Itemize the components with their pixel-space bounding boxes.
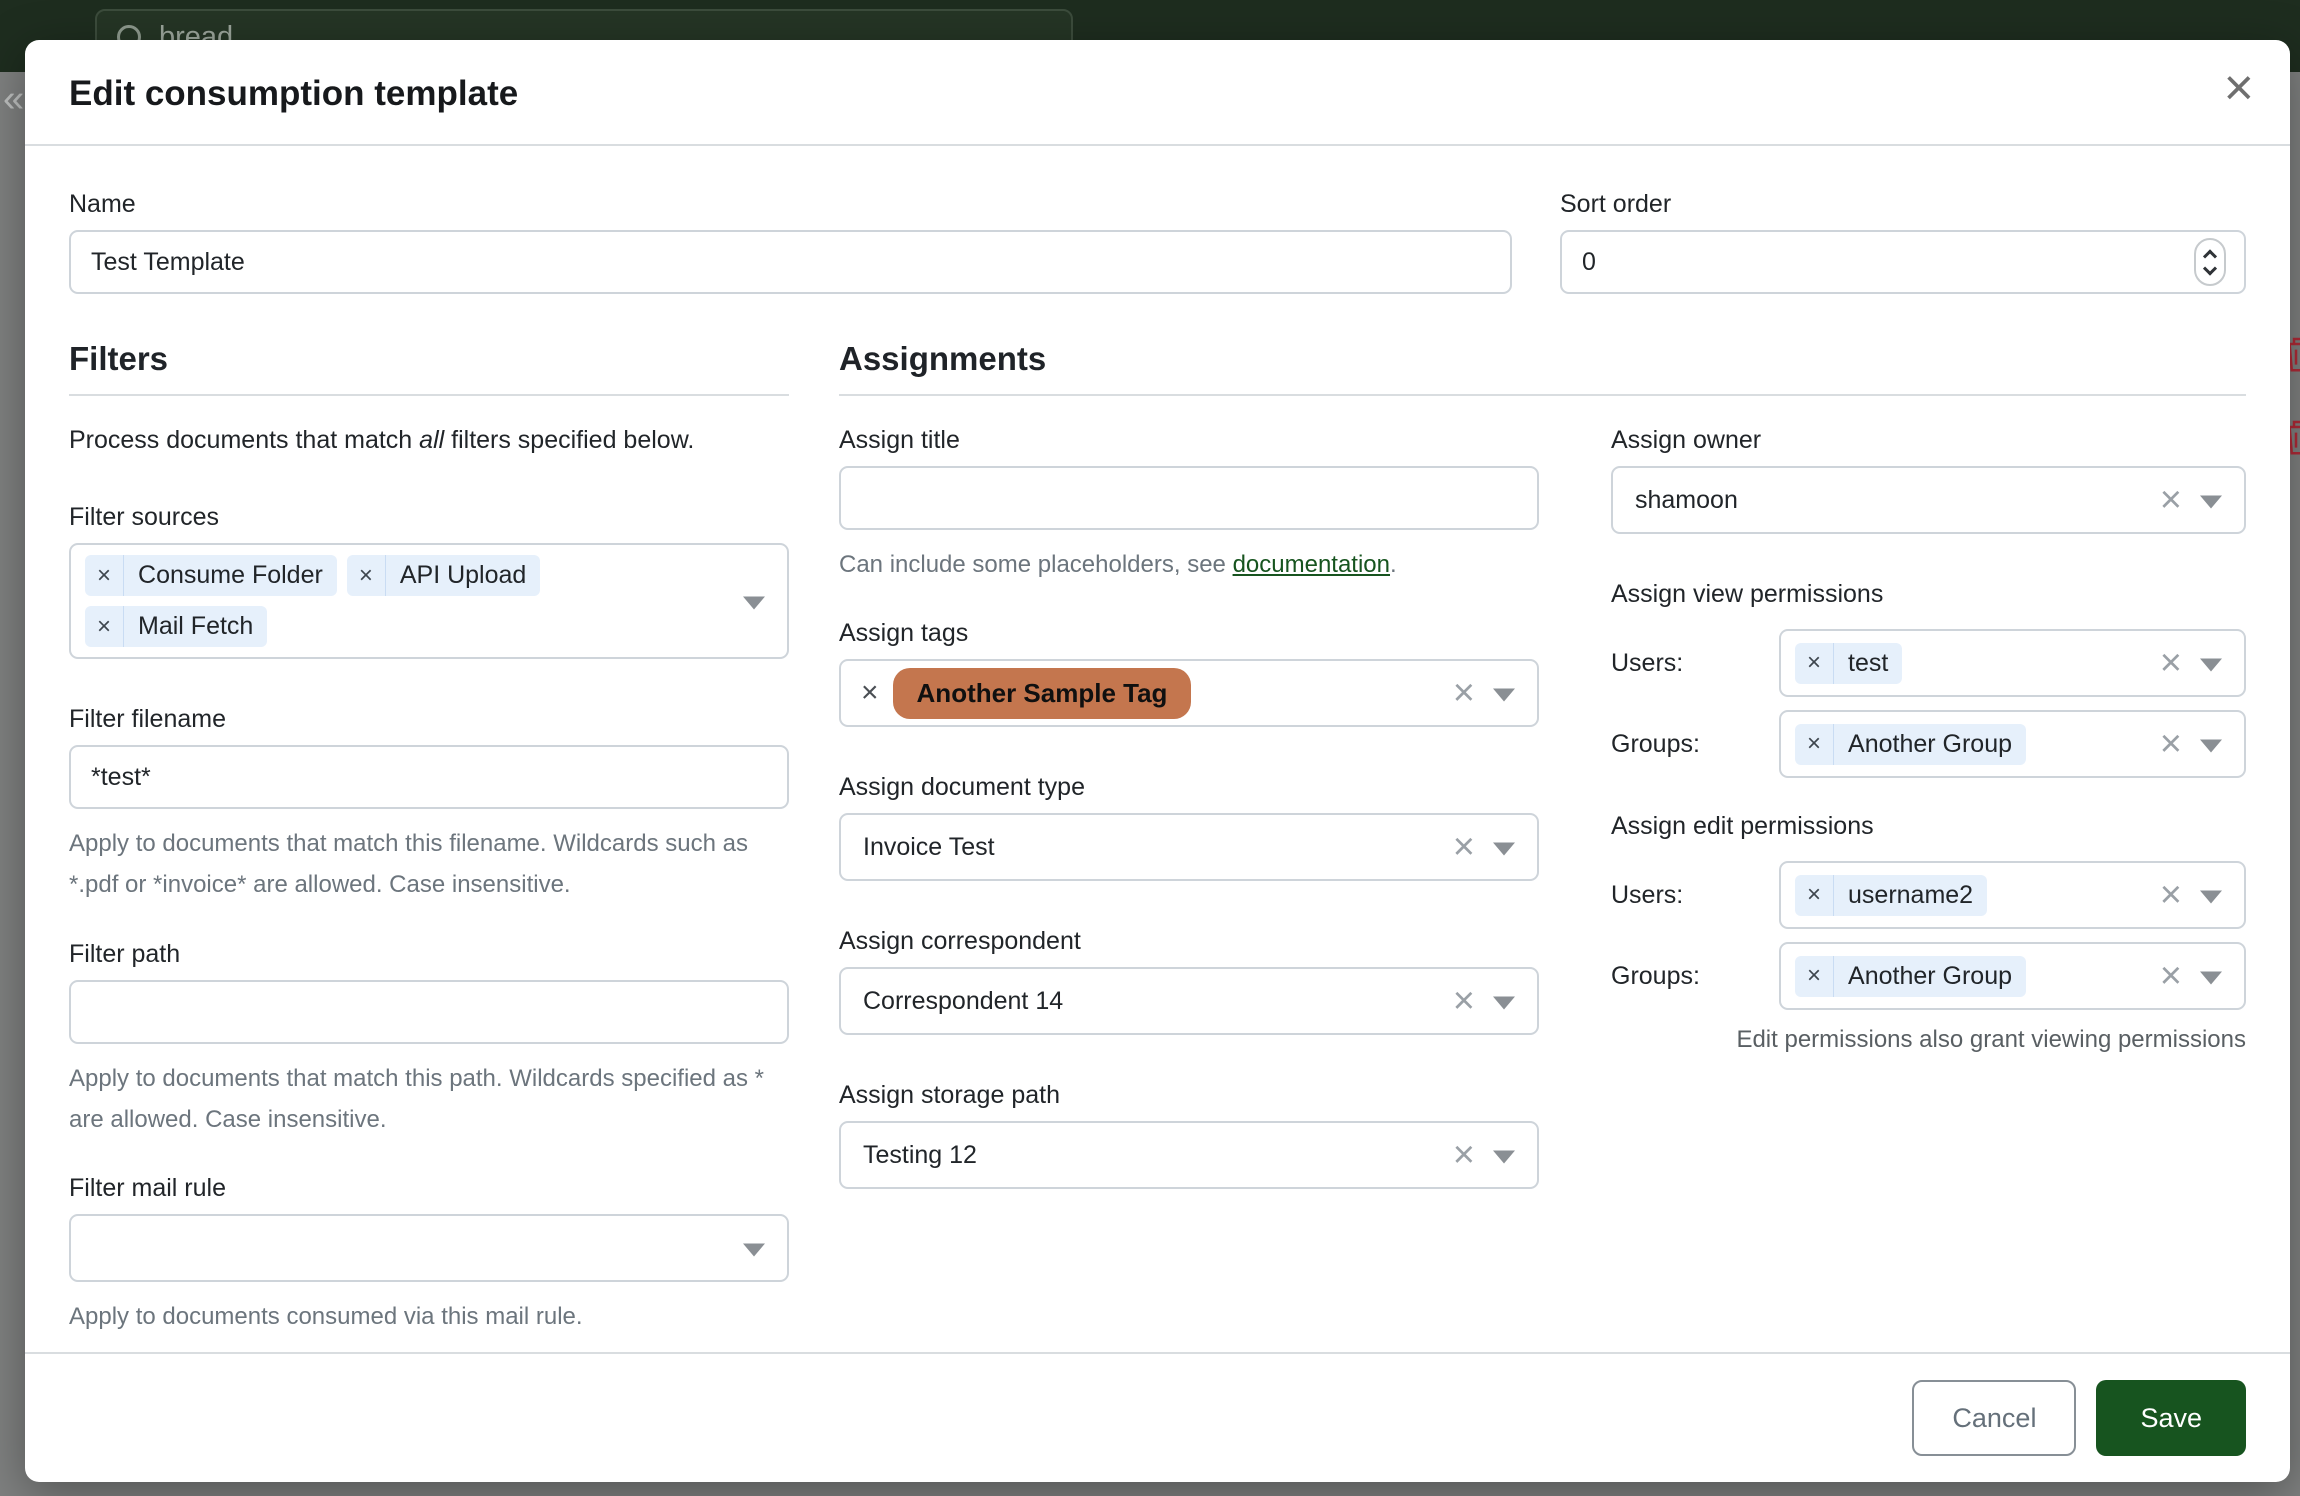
clear-icon[interactable]: × bbox=[1453, 828, 1475, 866]
stepper-down-icon[interactable] bbox=[2203, 261, 2217, 275]
user-tag: × test bbox=[1795, 643, 1902, 684]
assign-title-help: Can include some placeholders, see docum… bbox=[839, 544, 1539, 585]
filter-mail-rule-select[interactable] bbox=[69, 1214, 789, 1282]
remove-tag-icon[interactable]: × bbox=[861, 678, 879, 708]
chevron-down-icon[interactable] bbox=[2200, 971, 2222, 984]
sort-order-label: Sort order bbox=[1560, 190, 2246, 219]
divider bbox=[69, 394, 789, 396]
remove-tag-icon[interactable]: × bbox=[1795, 875, 1834, 916]
dialog-body: Name Sort order Filters Proce bbox=[25, 146, 2290, 1352]
edit-groups-select[interactable]: × Another Group × bbox=[1779, 942, 2246, 1010]
sidebar-collapse-icon[interactable]: « bbox=[3, 80, 24, 118]
remove-tag-icon[interactable]: × bbox=[347, 555, 386, 596]
assign-document-type-select[interactable]: Invoice Test × bbox=[839, 813, 1539, 881]
assign-storage-path-select[interactable]: Testing 12 × bbox=[839, 1121, 1539, 1189]
remove-tag-icon[interactable]: × bbox=[85, 606, 124, 647]
clear-icon[interactable]: × bbox=[2160, 957, 2182, 995]
page: { "header_bar": { "search_value": "bread… bbox=[0, 0, 2300, 1496]
filter-path-help: Apply to documents that match this path.… bbox=[69, 1058, 789, 1141]
chevron-down-icon[interactable] bbox=[743, 596, 765, 609]
filter-filename-input[interactable] bbox=[69, 745, 789, 809]
assign-owner-label: Assign owner bbox=[1611, 426, 2246, 455]
filter-sources-select[interactable]: × Consume Folder × API Upload × Mail Fet… bbox=[69, 543, 789, 659]
chevron-down-icon[interactable] bbox=[2200, 739, 2222, 752]
edit-permissions-heading: Assign edit permissions bbox=[1611, 812, 2246, 841]
filter-path-label: Filter path bbox=[69, 940, 789, 969]
documentation-link[interactable]: documentation bbox=[1233, 551, 1390, 578]
view-permissions-heading: Assign view permissions bbox=[1611, 580, 2246, 609]
filters-intro: Process documents that match all filters… bbox=[69, 426, 789, 455]
assign-document-type-label: Assign document type bbox=[839, 773, 1539, 802]
filters-section: Filters Process documents that match all… bbox=[69, 340, 789, 1352]
view-users-select[interactable]: × test × bbox=[1779, 629, 2246, 697]
clear-icon[interactable]: × bbox=[2160, 644, 2182, 682]
remove-tag-icon[interactable]: × bbox=[1795, 724, 1834, 765]
filter-sources-label: Filter sources bbox=[69, 503, 789, 532]
remove-tag-icon[interactable]: × bbox=[1795, 643, 1834, 684]
users-label: Users: bbox=[1611, 881, 1779, 910]
clear-icon[interactable]: × bbox=[2160, 481, 2182, 519]
sort-order-input[interactable] bbox=[1560, 230, 2246, 294]
chevron-down-icon[interactable] bbox=[1493, 1151, 1515, 1164]
assign-tags-select[interactable]: × Another Sample Tag × bbox=[839, 659, 1539, 727]
assign-storage-path-label: Assign storage path bbox=[839, 1081, 1539, 1110]
assignments-heading: Assignments bbox=[839, 340, 2246, 378]
source-tag: × API Upload bbox=[347, 555, 540, 596]
chevron-down-icon[interactable] bbox=[743, 1244, 765, 1257]
clear-icon[interactable]: × bbox=[1453, 674, 1475, 712]
user-tag: × username2 bbox=[1795, 875, 1987, 916]
filter-filename-help: Apply to documents that match this filen… bbox=[69, 823, 789, 906]
chevron-down-icon[interactable] bbox=[2200, 890, 2222, 903]
save-button[interactable]: Save bbox=[2096, 1380, 2246, 1456]
chevron-down-icon[interactable] bbox=[1493, 997, 1515, 1010]
assign-title-input[interactable] bbox=[839, 466, 1539, 530]
filters-heading: Filters bbox=[69, 340, 789, 378]
source-tag: × Consume Folder bbox=[85, 555, 337, 596]
edit-permissions-group: Assign edit permissions Users: × usernam… bbox=[1611, 812, 2246, 1054]
filter-path-input[interactable] bbox=[69, 980, 789, 1044]
filter-mail-rule-help: Apply to documents consumed via this mai… bbox=[69, 1296, 789, 1337]
edit-consumption-template-dialog: Edit consumption template × Name Sort or… bbox=[25, 40, 2290, 1482]
group-tag: × Another Group bbox=[1795, 724, 2026, 765]
users-label: Users: bbox=[1611, 649, 1779, 678]
assign-tags-label: Assign tags bbox=[839, 619, 1539, 648]
view-groups-select[interactable]: × Another Group × bbox=[1779, 710, 2246, 778]
chevron-down-icon[interactable] bbox=[2200, 658, 2222, 671]
assign-correspondent-select[interactable]: Correspondent 14 × bbox=[839, 967, 1539, 1035]
clear-icon[interactable]: × bbox=[2160, 725, 2182, 763]
chevron-down-icon[interactable] bbox=[1493, 689, 1515, 702]
quantity-stepper[interactable] bbox=[2194, 238, 2226, 286]
name-input[interactable] bbox=[69, 230, 1512, 294]
view-permissions-group: Assign view permissions Users: × test × bbox=[1611, 580, 2246, 778]
dialog-title: Edit consumption template bbox=[69, 74, 2246, 114]
assign-title-label: Assign title bbox=[839, 426, 1539, 455]
tag-badge: Another Sample Tag bbox=[893, 668, 1192, 719]
edit-permissions-note: Edit permissions also grant viewing perm… bbox=[1611, 1026, 2246, 1054]
clear-icon[interactable]: × bbox=[2160, 876, 2182, 914]
cancel-button[interactable]: Cancel bbox=[1912, 1380, 2076, 1456]
chevron-down-icon[interactable] bbox=[2200, 495, 2222, 508]
clear-icon[interactable]: × bbox=[1453, 982, 1475, 1020]
dialog-header: Edit consumption template × bbox=[25, 40, 2290, 146]
remove-tag-icon[interactable]: × bbox=[1795, 956, 1834, 997]
assignments-section: Assignments Assign title Can include som… bbox=[839, 340, 2246, 1352]
dialog-footer: Cancel Save bbox=[25, 1352, 2290, 1482]
edit-users-select[interactable]: × username2 × bbox=[1779, 861, 2246, 929]
group-tag: × Another Group bbox=[1795, 956, 2026, 997]
clear-icon[interactable]: × bbox=[1453, 1136, 1475, 1174]
assign-correspondent-label: Assign correspondent bbox=[839, 927, 1539, 956]
filter-mail-rule-label: Filter mail rule bbox=[69, 1174, 789, 1203]
name-label: Name bbox=[69, 190, 1512, 219]
assign-owner-select[interactable]: shamoon × bbox=[1611, 466, 2246, 534]
groups-label: Groups: bbox=[1611, 962, 1779, 991]
filter-filename-label: Filter filename bbox=[69, 705, 789, 734]
chevron-down-icon[interactable] bbox=[1493, 843, 1515, 856]
divider bbox=[839, 394, 2246, 396]
remove-tag-icon[interactable]: × bbox=[85, 555, 124, 596]
groups-label: Groups: bbox=[1611, 730, 1779, 759]
close-icon[interactable]: × bbox=[2224, 62, 2254, 114]
source-tag: × Mail Fetch bbox=[85, 606, 267, 647]
